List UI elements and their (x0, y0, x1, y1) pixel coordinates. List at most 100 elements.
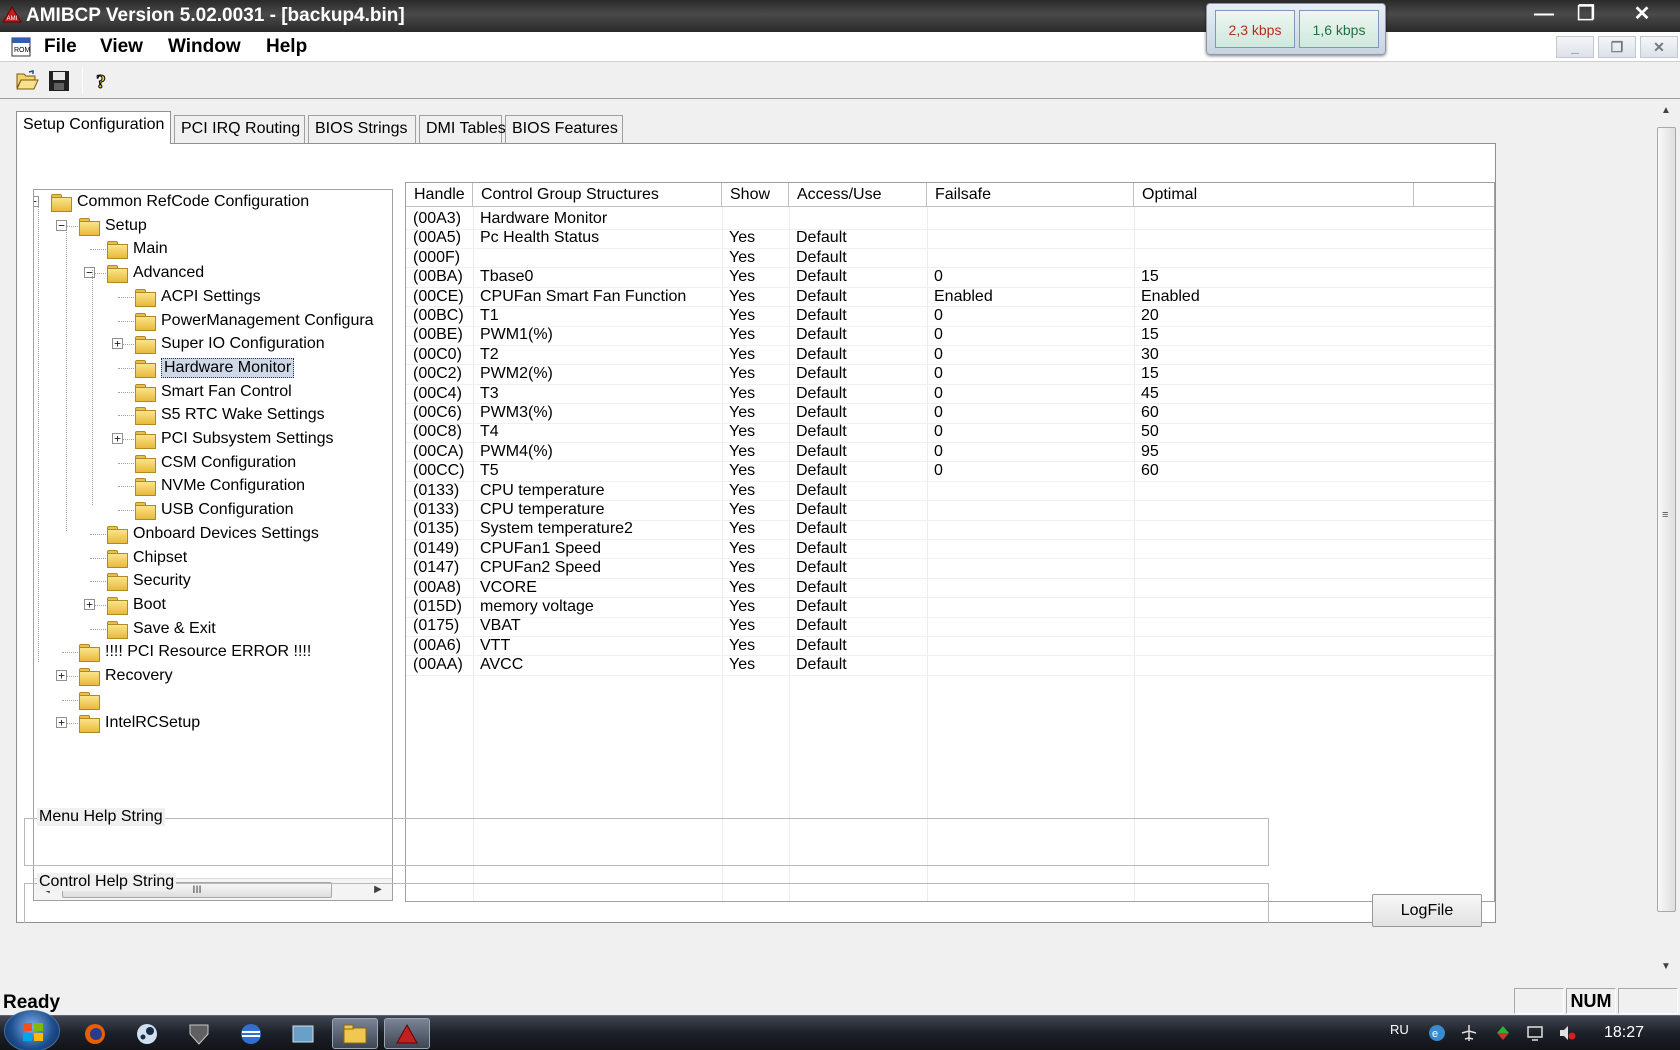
menu-help[interactable]: Help (266, 36, 307, 58)
taskbar-browser[interactable] (228, 1018, 274, 1049)
tree-node[interactable]: Recovery (78, 665, 173, 687)
taskbar-terminal[interactable] (280, 1018, 326, 1049)
column-header[interactable]: Handle (406, 183, 473, 207)
expand-icon[interactable]: + (56, 717, 67, 729)
tab-dmi-tables[interactable]: DMI Tables (419, 115, 506, 143)
tree-node[interactable] (78, 689, 105, 711)
table-row[interactable]: (00C8) T4 Yes Default 0 50 (406, 422, 1494, 444)
tab-setup-configuration[interactable]: Setup Configuration (16, 111, 171, 144)
language-indicator[interactable]: RU (1390, 1022, 1409, 1037)
table-row[interactable]: (00C4) T3 Yes Default 0 45 (406, 384, 1494, 405)
collapse-icon[interactable]: − (84, 267, 95, 279)
table-row[interactable]: (00CE) CPUFan Smart Fan Function Yes Defaul… (406, 287, 1494, 308)
tab-pci-irq-routing[interactable]: PCI IRQ Routing (174, 115, 305, 143)
table-row[interactable]: (00BC) T1 Yes Default 0 20 (406, 306, 1494, 327)
tray-airplane[interactable] (1460, 1024, 1478, 1042)
tree-node[interactable]: IntelRCSetup (78, 712, 200, 734)
column-header[interactable]: Show (722, 183, 789, 207)
maximize-button[interactable]: ❐ (1564, 0, 1608, 28)
expand-icon[interactable]: + (112, 338, 123, 350)
expand-icon[interactable]: + (84, 598, 95, 610)
save-button[interactable] (44, 66, 74, 96)
column-header[interactable]: Access/Use (789, 183, 927, 207)
table-row[interactable]: (0147) CPUFan2 Speed Yes Default (406, 558, 1494, 579)
logfile-button[interactable]: LogFile (1372, 894, 1482, 927)
tree-node[interactable]: Common RefCode Configuration (50, 191, 309, 213)
tree-node[interactable]: Onboard Devices Settings (106, 523, 319, 545)
tree-node[interactable]: S5 RTC Wake Settings (134, 404, 325, 426)
help-button[interactable]: ? (88, 66, 118, 96)
main-vertical-scrollbar[interactable]: ▲ ≡ ▼ (1653, 101, 1680, 981)
open-button[interactable] (12, 66, 42, 96)
table-row[interactable]: (00A3) Hardware Monitor (406, 209, 1494, 230)
tree-node[interactable]: PCI Subsystem Settings (134, 428, 334, 450)
table-row[interactable]: (00BE) PWM1(%) Yes Default 0 15 (406, 325, 1494, 347)
tab-bios-features[interactable]: BIOS Features (505, 115, 623, 143)
tree-node[interactable]: Hardware Monitor (134, 357, 295, 379)
taskbar-steam[interactable] (124, 1018, 170, 1049)
table-row[interactable]: (00C0) T2 Yes Default 0 30 (406, 345, 1494, 366)
table-row[interactable]: (0135) System temperature2 Yes Default (406, 519, 1494, 541)
taskbar-amibcp[interactable] (384, 1018, 430, 1049)
minimize-button[interactable]: — (1522, 0, 1566, 28)
tray-volume[interactable] (1558, 1024, 1576, 1042)
taskbar-firefox[interactable] (72, 1018, 118, 1049)
mdi-minimize-button[interactable]: _ (1556, 36, 1594, 58)
close-button[interactable]: ✕ (1620, 0, 1664, 28)
menu-view[interactable]: View (100, 36, 143, 58)
expand-icon[interactable]: + (112, 433, 123, 444)
tab-bios-strings[interactable]: BIOS Strings (308, 115, 416, 143)
tree-node[interactable]: CSM Configuration (134, 452, 296, 474)
taskbar-explorer[interactable] (332, 1018, 378, 1049)
table-row[interactable]: (000F) Yes Default (406, 248, 1494, 269)
tray-network-activity[interactable] (1494, 1024, 1512, 1042)
tray-action-center[interactable] (1526, 1024, 1544, 1042)
table-row[interactable]: (0133) CPU temperature Yes Default (406, 481, 1494, 502)
tree-node[interactable]: Super IO Configuration (134, 333, 325, 355)
setup-tree[interactable]: ◀ III ▶ −Common RefCode Configuration−Se… (33, 189, 393, 901)
table-row[interactable]: (00C2) PWM2(%) Yes Default 0 15 (406, 364, 1494, 385)
column-header[interactable]: Failsafe (927, 183, 1134, 207)
menu-window[interactable]: Window (168, 36, 241, 58)
table-row[interactable]: (00C6) PWM3(%) Yes Default 0 60 (406, 403, 1494, 424)
mdi-restore-button[interactable]: ❐ (1598, 36, 1636, 58)
document-system-menu-icon[interactable]: ROM (10, 35, 34, 59)
tree-node[interactable]: PowerManagement Configura (134, 310, 374, 332)
table-row[interactable]: (00A8) VCORE Yes Default (406, 578, 1494, 599)
table-row[interactable]: (00AA) AVCC Yes Default (406, 655, 1494, 676)
title-bar[interactable]: AMI AMIBCP Version 5.02.0031 - [backup4.… (0, 0, 1680, 32)
taskbar-world-of-tanks[interactable] (176, 1018, 222, 1049)
table-row[interactable]: (0133) CPU temperature Yes Default (406, 500, 1494, 521)
table-row[interactable]: (00A5) Pc Health Status Yes Default (406, 228, 1494, 250)
expand-icon[interactable]: + (56, 670, 67, 681)
tree-node[interactable]: USB Configuration (134, 499, 294, 521)
tree-node[interactable]: ACPI Settings (134, 286, 261, 308)
tree-node[interactable]: Save & Exit (106, 618, 216, 640)
table-row[interactable]: (0175) VBAT Yes Default (406, 616, 1494, 638)
taskbar-clock[interactable]: 18:27 (1604, 1024, 1644, 1042)
scroll-up-icon[interactable]: ▲ (1658, 105, 1674, 121)
tree-node[interactable]: Setup (78, 215, 147, 237)
column-header[interactable]: Optimal (1134, 183, 1414, 207)
table-row[interactable]: (00CC) T5 Yes Default 0 60 (406, 461, 1494, 482)
vertical-scroll-thumb[interactable]: ≡ (1657, 127, 1676, 912)
table-row[interactable]: (00A6) VTT Yes Default (406, 636, 1494, 657)
tree-node[interactable]: NVMe Configuration (134, 475, 305, 497)
scroll-down-icon[interactable]: ▼ (1658, 961, 1674, 977)
tray-browser[interactable]: e (1428, 1024, 1446, 1042)
mdi-close-button[interactable]: ✕ (1640, 36, 1678, 58)
tree-node[interactable]: Main (106, 238, 168, 260)
control-grid[interactable]: Handle Control Group Structures Show Access… (405, 182, 1495, 902)
tree-node[interactable]: !!!! PCI Resource ERROR !!!! (78, 641, 311, 663)
table-row[interactable]: (0149) CPUFan1 Speed Yes Default (406, 539, 1494, 560)
column-header[interactable]: Control Group Structures (473, 183, 722, 207)
tree-node[interactable]: Boot (106, 594, 166, 616)
start-button[interactable] (4, 1010, 60, 1050)
menu-file[interactable]: File (44, 36, 77, 58)
network-speed-widget[interactable]: 2,3 kbps 1,6 kbps (1206, 3, 1386, 55)
table-row[interactable]: (00CA) PWM4(%) Yes Default 0 95 (406, 442, 1494, 463)
tree-node[interactable]: Chipset (106, 547, 187, 569)
table-row[interactable]: (015D) memory voltage Yes Default (406, 597, 1494, 618)
tree-node[interactable]: Security (106, 570, 191, 592)
table-row[interactable]: (00BA) Tbase0 Yes Default 0 15 (406, 267, 1494, 288)
